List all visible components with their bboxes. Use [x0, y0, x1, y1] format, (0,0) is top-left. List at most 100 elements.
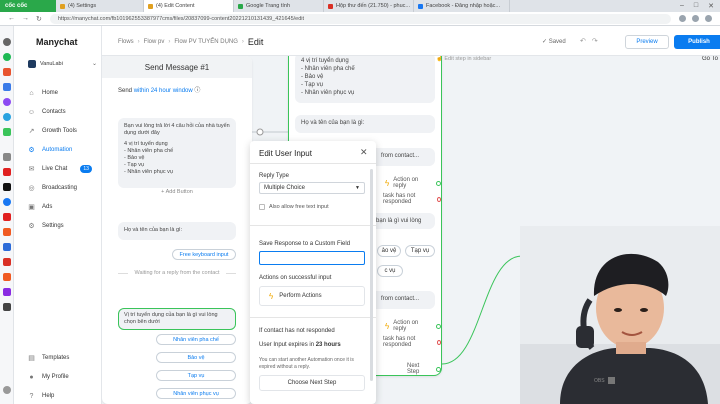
connector-dot[interactable] — [436, 366, 441, 372]
option-button[interactable]: Bảo vệ — [156, 352, 236, 363]
more-icon[interactable] — [3, 386, 11, 394]
go-to-label[interactable]: Go To — [702, 56, 718, 62]
reply-type-label: Reply Type — [259, 173, 289, 179]
sidebar-item-settings[interactable]: ⚙ Settings — [28, 220, 100, 232]
app-icon[interactable] — [3, 303, 11, 311]
choose-next-step-button[interactable]: Choose Next Step — [259, 375, 365, 391]
app-icon[interactable] — [3, 288, 11, 296]
reload-icon[interactable]: ↻ — [36, 15, 42, 23]
extension-icon[interactable] — [692, 15, 699, 22]
sidebar-item-live-chat[interactable]: ✉ Live Chat 13 — [28, 163, 100, 175]
facebook-icon[interactable] — [3, 198, 11, 206]
option-button[interactable]: Tạp vụ — [156, 370, 236, 381]
send-message-node[interactable]: Send Message #1 Send within 24 hour wind… — [102, 56, 252, 404]
sidebar-item-templates[interactable]: ▤ Templates — [28, 352, 100, 364]
account-switcher[interactable]: VanuLabi ⌄ — [28, 60, 97, 68]
reply-type-select[interactable]: Multiple Choice ▼ — [259, 182, 365, 194]
extension-icon[interactable] — [679, 15, 686, 22]
connector-dot[interactable] — [436, 323, 441, 329]
quick-reply-free-input[interactable]: Free keyboard input — [172, 249, 236, 260]
sidebar-item-automation[interactable]: ⚙ Automation — [28, 144, 100, 156]
url-field[interactable]: https://manychat.com/fb101962553387977cm… — [49, 13, 671, 24]
action-on-reply[interactable]: ϟ Action on reply — [385, 177, 441, 189]
selected-question-bubble[interactable]: Vị trí tuyển dụng của bạn là gì vui lòng… — [118, 308, 236, 330]
option-button[interactable]: ảo vệ — [377, 245, 401, 257]
youtube-icon[interactable] — [3, 168, 11, 176]
connector-dot[interactable] — [436, 196, 441, 202]
add-button[interactable]: + Add Button — [118, 189, 236, 199]
browser-tab[interactable]: Hộp thư đến (21.750) - phuc... — [324, 0, 414, 12]
shopping-icon[interactable] — [3, 228, 11, 236]
app-icon[interactable] — [3, 258, 11, 266]
add-icon[interactable] — [3, 153, 11, 161]
sidebar-item-help[interactable]: ? Help — [28, 390, 100, 402]
sidebar-item-my-profile[interactable]: ● My Profile — [28, 371, 100, 383]
allow-free-text-checkbox[interactable]: Also allow free text input — [259, 204, 329, 210]
ads-icon: ▣ — [28, 204, 35, 211]
breadcrumb-separator: › — [241, 39, 244, 45]
send-window-link[interactable]: within 24 hour window — [134, 88, 193, 94]
sidebar-item-contacts[interactable]: ☺ Contacts — [28, 106, 100, 118]
messenger-icon[interactable] — [3, 98, 11, 106]
message-bubble[interactable]: Bạn vui lòng trả lời 4 câu hỏi của nhà t… — [118, 118, 236, 188]
music-icon[interactable] — [3, 53, 11, 61]
window-controls: – □ ✕ — [680, 2, 720, 10]
breadcrumb-item[interactable]: Flows — [118, 39, 134, 45]
next-step-row[interactable]: Next Step — [407, 363, 441, 375]
help-icon: ? — [29, 392, 34, 400]
telegram-icon[interactable] — [3, 113, 11, 121]
option-button[interactable]: Nhân viên pha chế — [156, 334, 236, 345]
browser-tab[interactable]: Google Trang tính — [234, 0, 324, 12]
breadcrumb-item[interactable]: Flow PV TUYỂN DỤNG — [174, 39, 238, 45]
breadcrumb-item[interactable]: Flow pv — [144, 39, 165, 45]
perform-actions-button[interactable]: ϟ Perform Actions — [259, 286, 365, 306]
editor-header: Flows › Flow pv › Flow PV TUYỂN DỤNG › Edit… — [102, 26, 720, 56]
checkbox-icon[interactable] — [259, 204, 265, 210]
browser-tab[interactable]: (4) Settings — [56, 0, 144, 12]
sidebar-item-ads[interactable]: ▣ Ads — [28, 201, 100, 213]
option-button[interactable]: Nhân viên phục vụ — [156, 388, 236, 399]
publish-button[interactable]: Publish — [674, 35, 720, 49]
question-bubble[interactable]: Họ và tên của bạn là gì: — [118, 222, 236, 240]
translate-icon[interactable] — [3, 83, 11, 91]
connector-dot[interactable] — [436, 339, 441, 345]
sidebar-item-growth-tools[interactable]: ↗ Growth Tools — [28, 125, 100, 137]
manychat-logo[interactable]: Manychat — [36, 37, 78, 47]
sidebar-item-home[interactable]: ⌂ Home — [28, 87, 100, 99]
connector-dot[interactable] — [436, 180, 441, 186]
divider — [250, 225, 376, 226]
app-icon[interactable] — [3, 243, 11, 251]
redo-icon[interactable]: ↷ — [592, 37, 598, 45]
forward-icon[interactable]: → — [22, 15, 29, 23]
option-button[interactable]: c vụ — [377, 265, 403, 277]
not-responded-row[interactable]: task has not responded — [383, 336, 441, 348]
profile-avatar-icon[interactable] — [705, 15, 712, 22]
custom-field-input[interactable] — [259, 251, 365, 265]
panel-scrollbar[interactable] — [370, 169, 373, 381]
close-icon[interactable]: ✕ — [360, 147, 368, 158]
expires-value[interactable]: 23 hours — [316, 342, 341, 348]
maximize-icon[interactable]: □ — [694, 2, 698, 10]
back-icon[interactable]: ← — [8, 15, 15, 23]
node-title: Send Message #1 — [102, 56, 252, 78]
option-button[interactable]: Tạp vụ — [405, 245, 435, 257]
not-responded-row[interactable]: task has not responded — [383, 193, 441, 205]
settings-icon[interactable] — [3, 38, 11, 46]
not-responded-label: If contact has not responded — [259, 328, 335, 334]
minimize-icon[interactable]: – — [680, 2, 684, 10]
undo-icon[interactable]: ↶ — [580, 37, 586, 45]
browser-tab[interactable]: Facebook - Đăng nhập hoặc... — [414, 0, 510, 12]
app-icon[interactable] — [3, 273, 11, 281]
action-on-reply[interactable]: ϟ Action on reply — [385, 320, 441, 332]
preview-button[interactable]: Preview — [625, 35, 669, 49]
edit-user-input-panel: Edit User Input ✕ Reply Type Multiple Ch… — [250, 141, 376, 404]
close-window-icon[interactable]: ✕ — [708, 2, 714, 10]
news-icon[interactable] — [3, 68, 11, 76]
chat-icon: ✉ — [28, 166, 35, 173]
bolt-icon: ϟ — [385, 321, 390, 331]
game-icon[interactable] — [3, 128, 11, 136]
browser-tab-active[interactable]: (4) Edit Content — [144, 0, 234, 12]
tiktok-icon[interactable] — [3, 183, 11, 191]
youtube-icon[interactable] — [3, 213, 11, 221]
sidebar-item-broadcasting[interactable]: ◎ Broadcasting — [28, 182, 100, 194]
